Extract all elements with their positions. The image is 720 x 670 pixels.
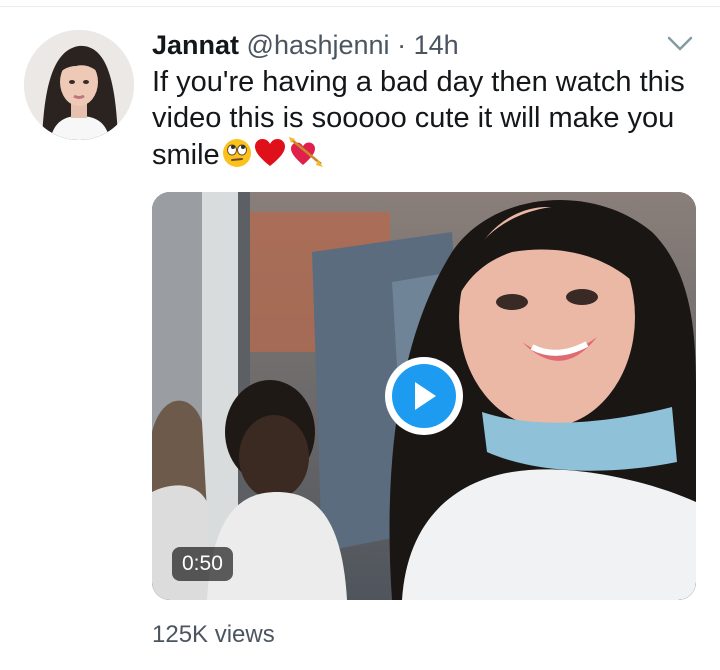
- view-count: 125K views: [152, 621, 275, 648]
- avatar-photo: [24, 30, 134, 140]
- heart-with-arrow-emoji: [288, 136, 324, 177]
- play-icon-circle: [392, 364, 456, 428]
- author-name[interactable]: Jannat: [152, 30, 239, 60]
- play-icon: [415, 382, 436, 410]
- top-divider: [0, 6, 720, 7]
- face-with-rolling-eyes-emoji: [222, 138, 252, 177]
- chevron-down-icon: [667, 36, 693, 51]
- video-player[interactable]: 0:50: [152, 192, 696, 600]
- avatar[interactable]: [24, 30, 134, 140]
- red-heart-emoji: [254, 138, 286, 177]
- play-button[interactable]: [385, 357, 463, 435]
- tweet-menu-button[interactable]: [664, 30, 696, 58]
- video-duration-badge: 0:50: [172, 547, 233, 581]
- tweet-card[interactable]: Jannat @hashjenni · 14h If you're having…: [0, 0, 720, 670]
- tweet-timestamp[interactable]: 14h: [414, 30, 459, 60]
- tweet-header: Jannat @hashjenni · 14h: [152, 28, 459, 62]
- separator-dot: ·: [397, 30, 407, 60]
- author-handle[interactable]: @hashjenni: [247, 30, 390, 60]
- tweet-text: If you're having a bad day then watch th…: [152, 64, 712, 177]
